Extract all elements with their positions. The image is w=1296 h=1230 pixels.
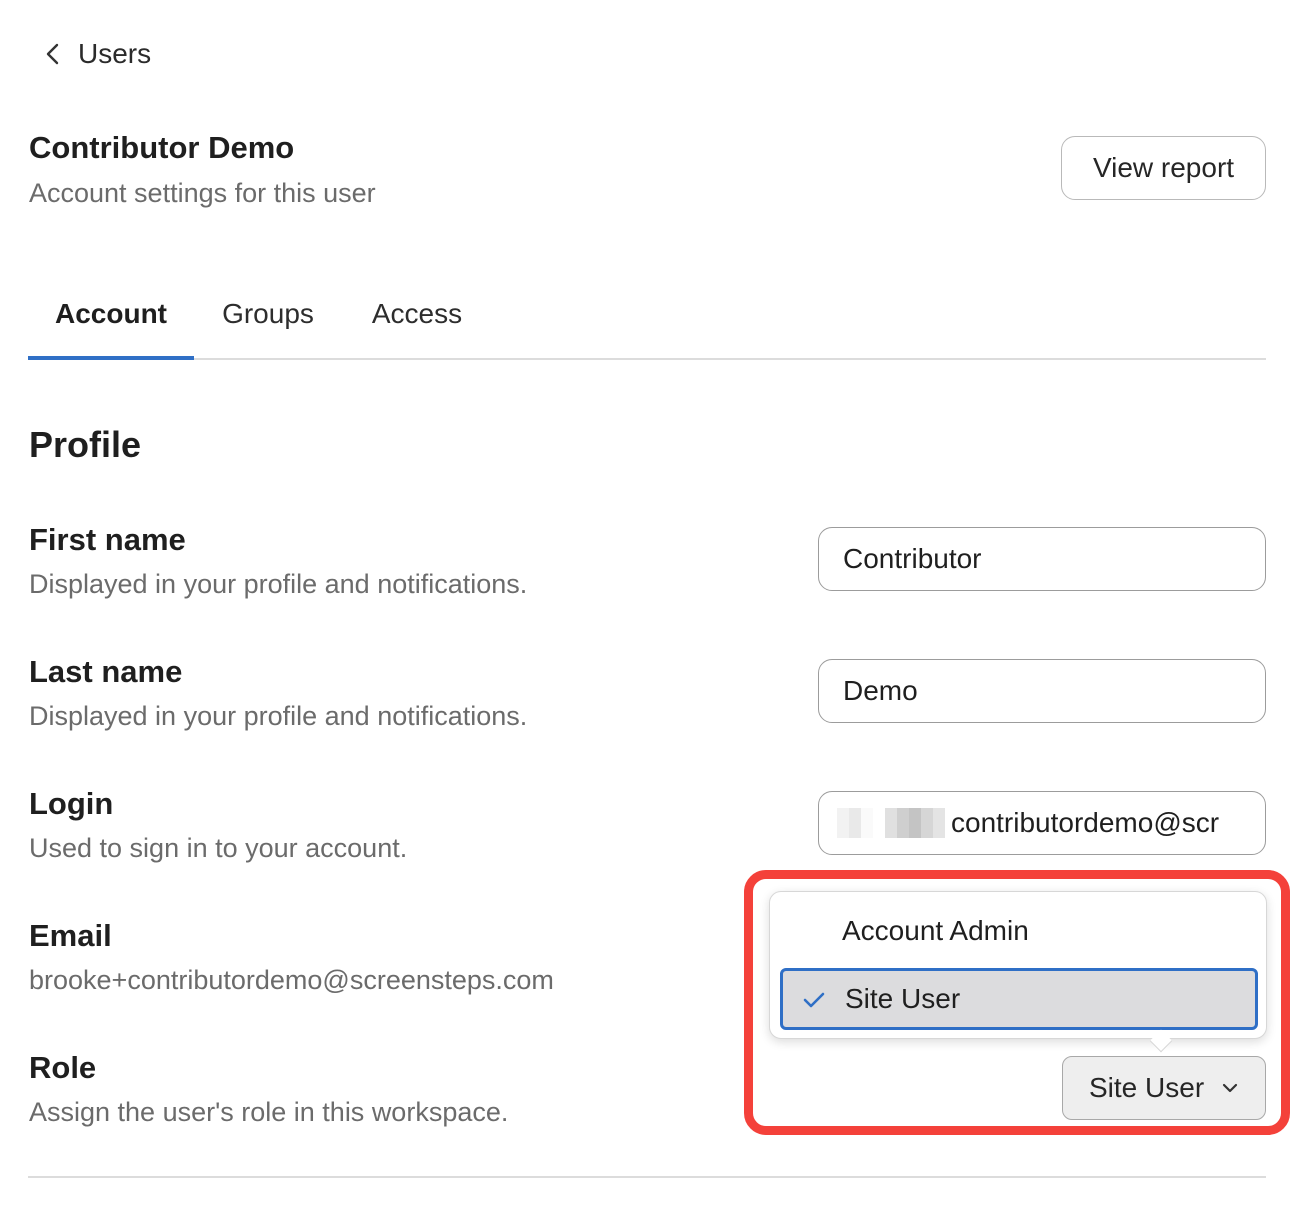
checkmark-icon bbox=[803, 992, 825, 1008]
back-to-users-link[interactable]: Users bbox=[44, 34, 151, 74]
tabs-divider bbox=[28, 358, 1266, 360]
first-name-help: Displayed in your profile and notificati… bbox=[29, 569, 528, 599]
email-label: Email bbox=[29, 918, 112, 953]
user-settings-page: Users Contributor Demo Account settings … bbox=[0, 0, 1296, 1230]
role-option-account-admin[interactable]: Account Admin bbox=[780, 900, 1258, 962]
role-help: Assign the user's role in this workspace… bbox=[29, 1097, 509, 1127]
chevron-down-icon bbox=[1223, 1083, 1238, 1093]
section-divider bbox=[28, 1176, 1266, 1178]
page-subtitle: Account settings for this user bbox=[29, 178, 376, 208]
view-report-button[interactable]: View report bbox=[1061, 136, 1266, 200]
redacted-text-block bbox=[837, 808, 945, 838]
role-select-value: Site User bbox=[1089, 1072, 1205, 1103]
role-option-site-user[interactable]: Site User bbox=[780, 968, 1258, 1030]
last-name-label: Last name bbox=[29, 654, 183, 689]
first-name-field[interactable] bbox=[818, 527, 1266, 591]
tab-groups[interactable]: Groups bbox=[206, 270, 330, 358]
role-select[interactable]: Site User bbox=[1062, 1056, 1266, 1120]
page-title: Contributor Demo bbox=[29, 130, 295, 165]
email-value: brooke+contributordemo@screensteps.com bbox=[29, 965, 554, 995]
role-label: Role bbox=[29, 1050, 97, 1085]
tab-account[interactable]: Account bbox=[28, 270, 194, 360]
login-value: contributordemo@scr bbox=[951, 807, 1220, 838]
last-name-field[interactable] bbox=[818, 659, 1266, 723]
settings-tabs: Account Groups Access bbox=[28, 270, 1266, 360]
first-name-label: First name bbox=[29, 522, 186, 557]
tab-access[interactable]: Access bbox=[356, 270, 478, 358]
profile-section-title: Profile bbox=[29, 424, 142, 465]
role-options-popover: Account Admin Site User bbox=[769, 891, 1267, 1039]
last-name-help: Displayed in your profile and notificati… bbox=[29, 701, 528, 731]
chevron-left-icon bbox=[46, 43, 59, 65]
role-option-label: Account Admin bbox=[842, 915, 1029, 946]
role-option-label: Site User bbox=[845, 983, 961, 1014]
login-label: Login bbox=[29, 786, 114, 821]
back-link-label: Users bbox=[78, 38, 152, 69]
login-help: Used to sign in to your account. bbox=[29, 833, 408, 863]
login-field[interactable]: contributordemo@scr bbox=[818, 791, 1266, 855]
